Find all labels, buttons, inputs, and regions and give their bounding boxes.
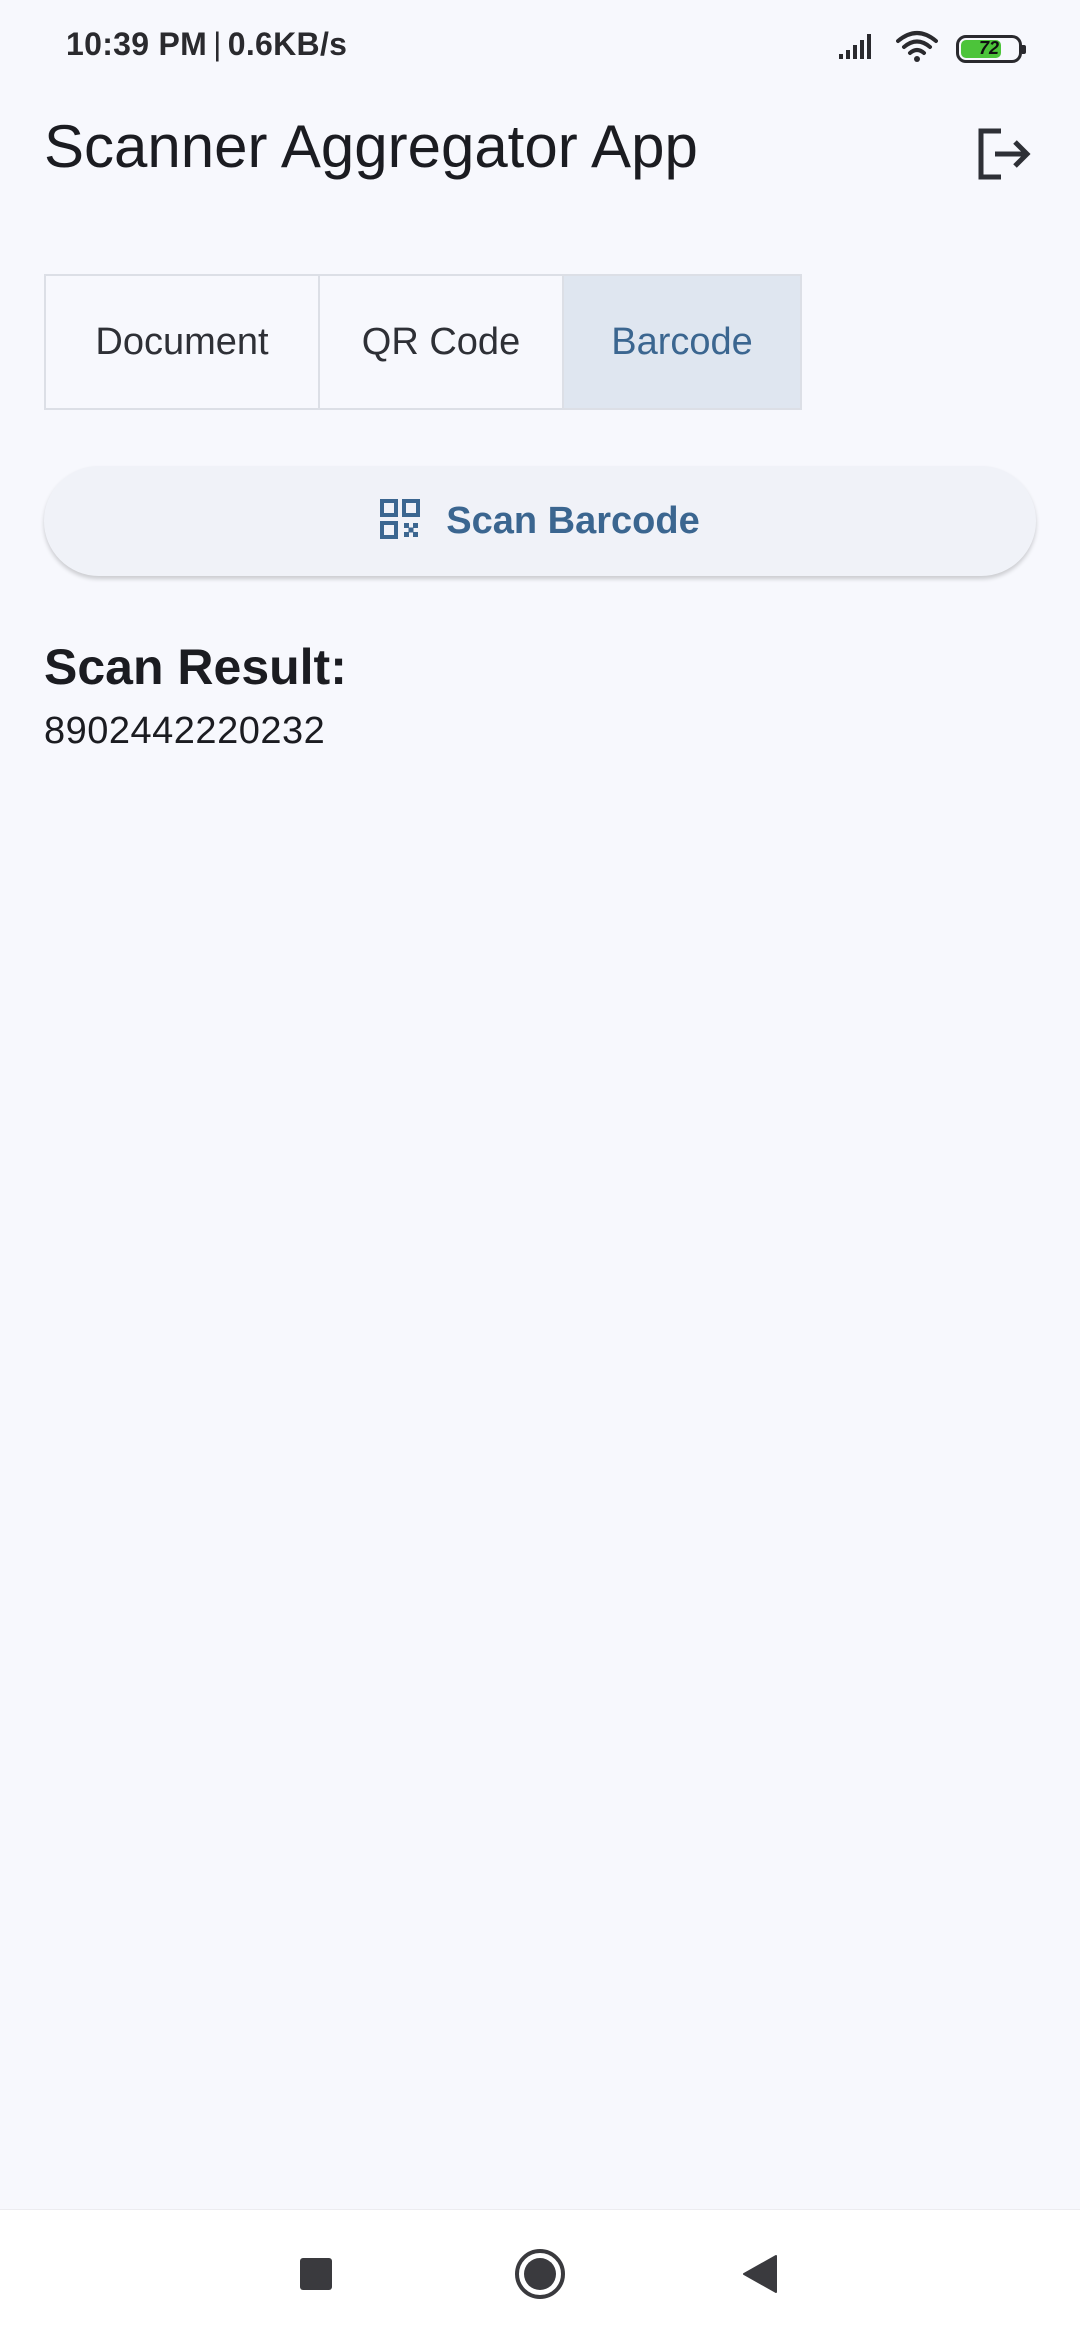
recents-button[interactable] <box>284 2244 348 2308</box>
status-left: 10:39 PM | 0.6KB/s <box>66 26 347 63</box>
network-speed: 0.6KB/s <box>227 26 348 62</box>
scan-barcode-button[interactable]: Scan Barcode <box>44 466 1036 576</box>
signal-icon <box>838 32 878 65</box>
status-separator: | <box>213 26 222 62</box>
scan-button-label: Scan Barcode <box>446 499 700 542</box>
status-bar: 10:39 PM | 0.6KB/s 72 <box>0 0 1080 96</box>
tab-barcode[interactable]: Barcode <box>562 276 800 408</box>
status-icons: 72 <box>838 30 1026 67</box>
battery-cap <box>1022 44 1026 54</box>
tab-document[interactable]: Document <box>46 276 318 408</box>
logout-button[interactable] <box>964 116 1044 196</box>
home-icon <box>513 2247 567 2306</box>
home-button[interactable] <box>508 2244 572 2308</box>
scan-type-tabs: Document QR Code Barcode <box>44 274 802 410</box>
scan-result-heading: Scan Result: <box>44 639 347 695</box>
battery-level: 72 <box>978 38 1000 58</box>
qr-scan-icon <box>380 498 421 544</box>
tab-qr-code[interactable]: QR Code <box>318 276 562 408</box>
back-button[interactable] <box>728 2244 792 2308</box>
status-time: 10:39 PM <box>66 26 208 62</box>
logout-icon <box>975 127 1033 186</box>
wifi-icon <box>896 30 938 67</box>
recents-icon <box>299 2257 333 2296</box>
scan-result-value: 8902442220232 <box>44 710 326 752</box>
battery-icon: 72 <box>956 34 1026 63</box>
back-icon <box>742 2254 778 2299</box>
system-nav-bar <box>0 2209 1080 2340</box>
app-title: Scanner Aggregator App <box>44 113 698 180</box>
